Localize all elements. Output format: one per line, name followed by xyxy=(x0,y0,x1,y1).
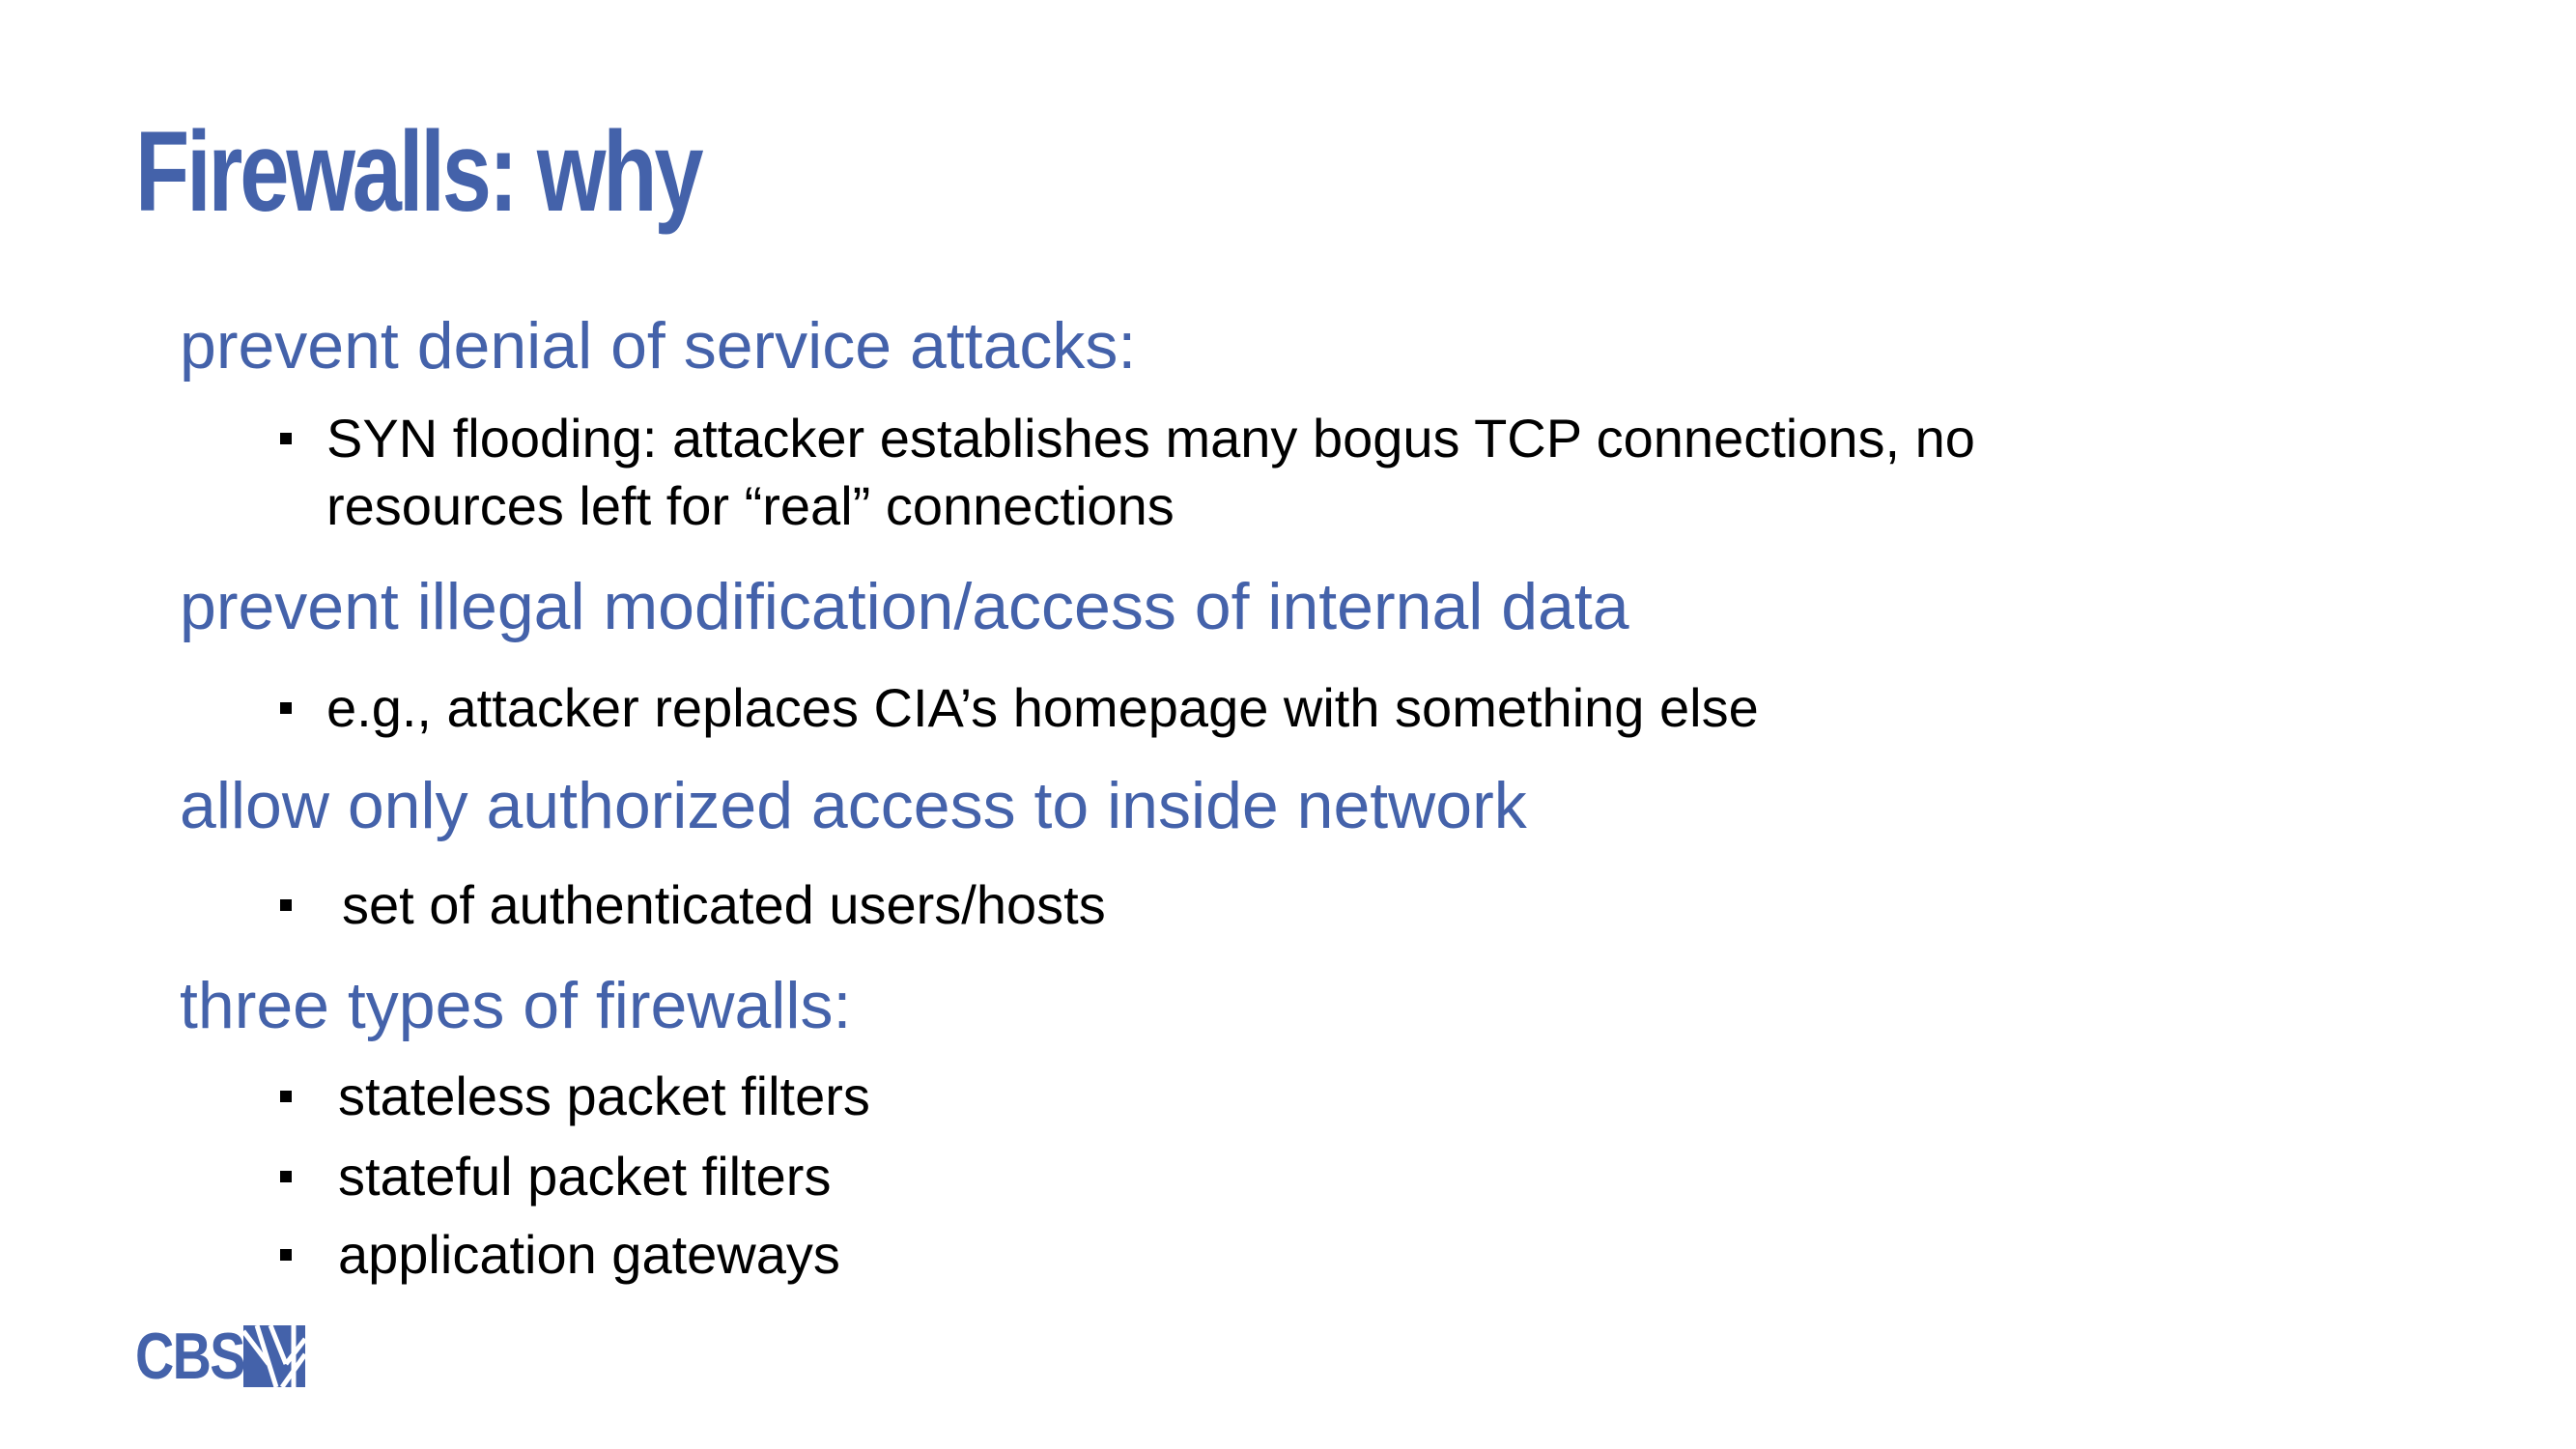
square-bullet-icon xyxy=(280,433,292,444)
square-bullet-icon xyxy=(280,1091,292,1102)
list-item: application gateways xyxy=(338,1224,840,1285)
list-item: SYN flooding: attacker establishes many … xyxy=(326,408,1975,469)
section-heading-dos: prevent denial of service attacks: xyxy=(180,309,1137,383)
cbs-logo: CBS xyxy=(135,1320,305,1393)
square-bullet-icon xyxy=(280,1249,292,1261)
square-bullet-icon xyxy=(280,702,292,714)
section-heading-authorized-access: allow only authorized access to inside n… xyxy=(180,769,1527,842)
list-item-continuation: resources left for “real” connections xyxy=(326,475,1175,536)
list-item: e.g., attacker replaces CIA’s homepage w… xyxy=(326,677,1759,738)
list-item: set of authenticated users/hosts xyxy=(342,874,1106,935)
square-bullet-icon xyxy=(280,1171,292,1182)
square-bullet-icon xyxy=(280,899,292,911)
section-heading-firewall-types: three types of firewalls: xyxy=(180,969,852,1042)
logo-text: CBS xyxy=(135,1320,245,1393)
list-item: stateless packet filters xyxy=(338,1065,870,1126)
section-heading-illegal-access: prevent illegal modification/access of i… xyxy=(180,570,1629,643)
list-item: stateful packet filters xyxy=(338,1146,832,1207)
cbs-logo-icon xyxy=(243,1325,305,1387)
slide-title: Firewalls: why xyxy=(135,108,704,236)
